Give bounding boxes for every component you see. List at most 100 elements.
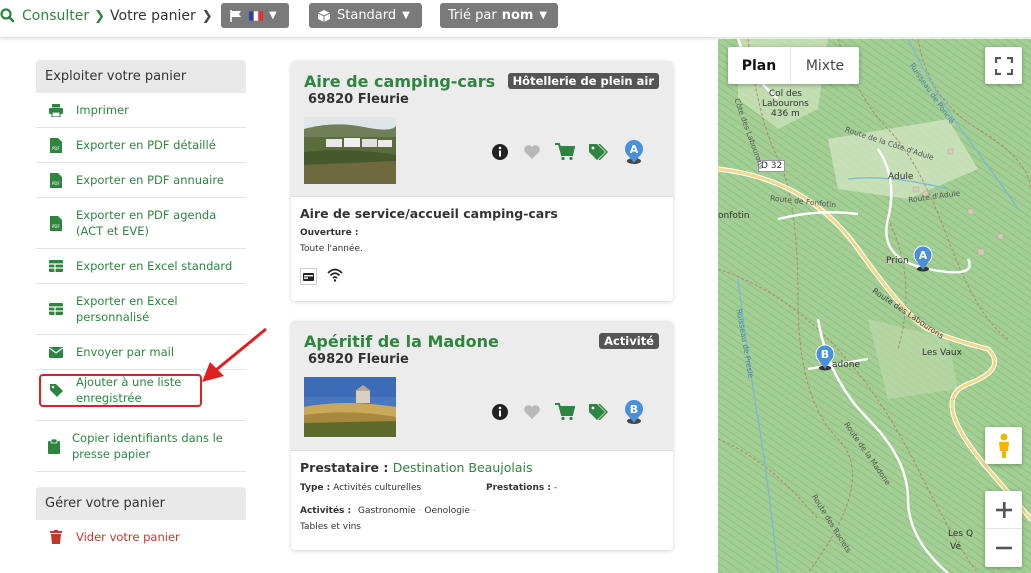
map-marker-a[interactable]: A <box>912 245 934 273</box>
manage-panel-title: Gérer votre panier <box>36 487 246 520</box>
copy-ids-button[interactable]: Copier identifiants dans le presse papie… <box>36 421 246 472</box>
card-actions: B <box>491 399 659 425</box>
card-city: 69820 Fleurie <box>308 92 409 107</box>
credit-card-icon <box>300 268 317 285</box>
map-marker-icon[interactable]: A <box>623 139 645 165</box>
export-pdf-detailed-label: Exporter en PDF détaillé <box>76 138 216 152</box>
heart-icon[interactable] <box>523 144 541 160</box>
pegman-icon <box>998 433 1009 458</box>
chevron-right-icon: ❯ <box>201 8 213 24</box>
activity-tag: Gastronomie <box>358 506 416 516</box>
export-panel-title: Exploiter votre panier <box>36 60 246 93</box>
pdf-file-icon: PDF <box>36 215 76 231</box>
breadcrumb-consult-link[interactable]: Consulter <box>22 8 89 24</box>
provider-label: Prestataire : <box>300 460 389 475</box>
display-mode-label: Standard <box>337 8 397 23</box>
opening-value: Toute l'année. <box>300 244 363 254</box>
red-arrow-annotation <box>202 327 267 382</box>
send-mail-label: Envoyer par mail <box>76 345 175 359</box>
activity-tag: Oenologie <box>424 506 470 516</box>
fullscreen-icon <box>994 56 1013 75</box>
display-mode-dropdown[interactable]: Standard ▼ <box>309 3 422 28</box>
export-pdf-detailed-button[interactable]: PDF Exporter en PDF détaillé <box>36 128 246 163</box>
card-subtitle: Aire de service/accueil camping-cars <box>300 206 558 221</box>
result-card: Apéritif de la Madone Activité 69820 Fle… <box>291 321 673 550</box>
empty-cart-label: Vider votre panier <box>76 529 180 544</box>
activities-label: Activités : <box>300 506 352 516</box>
category-badge: Activité <box>599 333 659 349</box>
map-label-col: Col des Labourons 436 m <box>762 89 809 119</box>
svg-text:PDF: PDF <box>52 181 60 186</box>
print-button[interactable]: Imprimer <box>36 93 246 128</box>
map-label-adule: Adule <box>888 172 914 182</box>
map-label-les-q: Les Q <box>948 529 974 539</box>
map-label-vaux: Les Vaux <box>922 348 962 358</box>
top-bar: Consulter ❯ Votre panier ❯ ▼ Standard ▼ … <box>0 0 1031 38</box>
svg-text:PDF: PDF <box>52 224 60 229</box>
type-label: Type : <box>300 483 331 493</box>
export-excel-standard-button[interactable]: Exporter en Excel standard <box>36 249 246 284</box>
info-icon[interactable] <box>491 143 509 161</box>
chevron-right-icon: ❯ <box>94 8 106 24</box>
export-excel-custom-label: Exporter en Excel personnalisé <box>76 294 178 324</box>
search-icon[interactable] <box>0 7 20 25</box>
street-view-button[interactable] <box>985 427 1022 464</box>
export-excel-standard-label: Exporter en Excel standard <box>76 259 233 273</box>
breadcrumb: Consulter ❯ Votre panier ❯ <box>0 7 213 25</box>
tags-icon[interactable] <box>589 404 609 420</box>
map-marker-icon[interactable]: B <box>623 399 645 425</box>
envelope-icon <box>36 346 76 358</box>
export-pdf-directory-label: Exporter en PDF annuaire <box>76 173 224 187</box>
zoom-in-button[interactable] <box>985 491 1022 529</box>
card-actions: A <box>491 139 659 165</box>
copy-ids-label: Copier identifiants dans le presse papie… <box>72 431 223 461</box>
cube-icon <box>317 9 331 22</box>
card-body: Aire de service/accueil camping-cars Ouv… <box>291 197 673 294</box>
card-city: 69820 Fleurie <box>308 352 409 367</box>
export-panel: Exploiter votre panier Imprimer PDF Expo… <box>36 60 246 472</box>
minus-icon <box>995 546 1012 550</box>
card-title[interactable]: Aire de camping-cars <box>304 72 495 91</box>
activity-tag: Tables et vins <box>300 522 361 532</box>
highlight-box <box>39 374 202 407</box>
marker-letter: B <box>630 403 638 416</box>
svg-text:A: A <box>919 249 928 262</box>
map[interactable]: Col des Labourons 436 m D 32 Adule onfot… <box>718 39 1031 573</box>
pdf-file-icon: PDF <box>36 172 76 188</box>
plus-icon <box>995 501 1012 518</box>
provider-link[interactable]: Destination Beaujolais <box>393 460 533 475</box>
empty-cart-button[interactable]: Vider votre panier <box>36 520 246 553</box>
card-thumbnail[interactable] <box>304 117 396 184</box>
sort-dropdown[interactable]: Trié par nom ▼ <box>440 3 558 28</box>
sort-value: nom <box>501 8 534 23</box>
print-label: Imprimer <box>76 103 129 117</box>
result-card: Aire de camping-cars Hôtellerie de plein… <box>291 61 673 301</box>
cart-icon[interactable] <box>555 403 575 421</box>
card-title[interactable]: Apéritif de la Madone <box>304 332 499 351</box>
table-icon <box>36 260 76 272</box>
activities-line: Activités : Gastronomie · Oenologie · Ta… <box>300 506 476 532</box>
card-thumbnail[interactable] <box>304 377 396 437</box>
language-dropdown[interactable]: ▼ <box>221 3 289 28</box>
card-header: Apéritif de la Madone Activité 69820 Fle… <box>291 321 673 451</box>
printer-icon <box>36 103 76 117</box>
chevron-down-icon: ▼ <box>539 10 548 21</box>
map-label-ver: Vé <box>950 542 961 552</box>
map-type-plan-button[interactable]: Plan <box>728 47 790 84</box>
category-badge: Hôtellerie de plein air <box>507 73 659 89</box>
marker-letter: A <box>630 143 639 156</box>
zoom-control <box>985 491 1022 567</box>
heart-icon[interactable] <box>523 404 541 420</box>
export-pdf-agenda-button[interactable]: PDF Exporter en PDF agenda (ACT et EVE) <box>36 198 246 249</box>
opening-label: Ouverture : <box>300 228 359 238</box>
card-header: Aire de camping-cars Hôtellerie de plein… <box>291 61 673 197</box>
info-icon[interactable] <box>491 403 509 421</box>
cart-icon[interactable] <box>555 143 575 161</box>
fullscreen-button[interactable] <box>985 47 1022 84</box>
zoom-out-button[interactable] <box>985 529 1022 567</box>
map-marker-b[interactable]: B <box>814 344 836 372</box>
tags-icon[interactable] <box>589 144 609 160</box>
map-label-madone: adone <box>832 360 860 370</box>
map-type-mixte-button[interactable]: Mixte <box>790 47 859 84</box>
export-pdf-directory-button[interactable]: PDF Exporter en PDF annuaire <box>36 163 246 198</box>
